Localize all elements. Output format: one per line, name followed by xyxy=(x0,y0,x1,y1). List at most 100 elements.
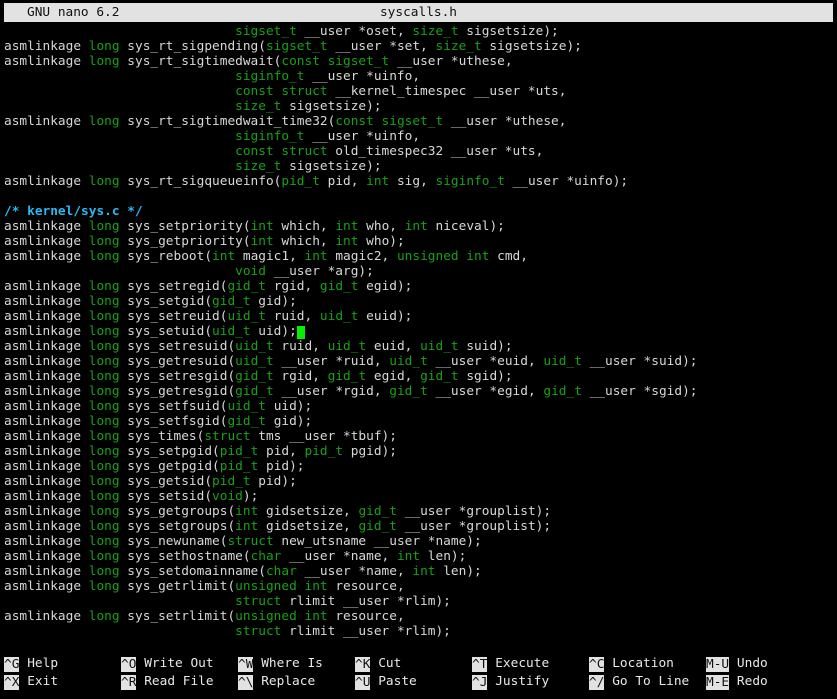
code-token-type: uid_t xyxy=(543,354,582,369)
code-token-plain: asmlinkage xyxy=(4,489,89,504)
shortcut-redo[interactable]: M-E Redo xyxy=(706,673,823,691)
code-token-plain: sys_rt_sigtimedwait( xyxy=(119,54,282,69)
shortcut-help[interactable]: ^G Help xyxy=(4,655,121,673)
code-line[interactable]: asmlinkage long sys_setrlimit(unsigned i… xyxy=(4,609,837,624)
shortcut-cut[interactable]: ^K Cut xyxy=(355,655,472,673)
shortcut-undo[interactable]: M-U Undo xyxy=(706,655,823,673)
code-token-keyword: long xyxy=(88,234,120,249)
code-token-type: int xyxy=(335,219,359,234)
code-token-plain: asmlinkage xyxy=(4,579,89,594)
code-line[interactable]: asmlinkage long sys_times(struct tms __u… xyxy=(4,429,837,444)
code-line[interactable]: size_t sigsetsize); xyxy=(4,159,837,174)
code-token-plain: asmlinkage xyxy=(4,309,89,324)
code-token-type: gid_t xyxy=(420,369,459,384)
code-token-plain: rlimit __user *rlim); xyxy=(281,624,451,639)
code-line[interactable]: const struct old_timespec32 __user *uts, xyxy=(4,144,837,159)
shortcut-where-is[interactable]: ^W Where Is xyxy=(238,655,355,673)
code-line[interactable]: asmlinkage long sys_setregid(gid_t rgid,… xyxy=(4,279,837,294)
code-line[interactable]: size_t sigsetsize); xyxy=(4,99,837,114)
code-line[interactable]: asmlinkage long sys_setgroups(int gidset… xyxy=(4,519,837,534)
code-token-plain: asmlinkage xyxy=(4,444,89,459)
code-line[interactable]: struct rlimit __user *rlim); xyxy=(4,624,837,639)
shortcut-key-chip: ^R xyxy=(121,674,137,690)
code-line[interactable]: asmlinkage long sys_getpgid(pid_t pid); xyxy=(4,459,837,474)
code-line[interactable]: asmlinkage long sys_setsid(void); xyxy=(4,489,837,504)
shortcut-go-to-line[interactable]: ^/ Go To Line xyxy=(589,673,706,691)
code-line[interactable]: asmlinkage long sys_sethostname(char __u… xyxy=(4,549,837,564)
code-line[interactable]: asmlinkage long sys_setgid(gid_t gid); xyxy=(4,294,837,309)
code-line[interactable]: asmlinkage long sys_rt_sigpending(sigset… xyxy=(4,39,837,54)
code-line[interactable]: asmlinkage long sys_rt_sigqueueinfo(pid_… xyxy=(4,174,837,189)
code-token-plain: resource, xyxy=(327,609,405,624)
code-token-type: uid_t xyxy=(235,339,274,354)
code-token-plain: sys_setgid( xyxy=(119,294,213,309)
code-line[interactable]: asmlinkage long sys_rt_sigtimedwait(cons… xyxy=(4,54,837,69)
code-line[interactable]: asmlinkage long sys_getpriority(int whic… xyxy=(4,234,837,249)
code-line[interactable]: asmlinkage long sys_setpgid(pid_t pid, p… xyxy=(4,444,837,459)
code-token-plain: sys_setreuid( xyxy=(119,309,228,324)
code-token-type: gid_t xyxy=(235,369,274,384)
code-token-plain: rgid, xyxy=(273,369,328,384)
code-token-plain: asmlinkage xyxy=(4,114,89,129)
code-line[interactable]: siginfo_t __user *uinfo, xyxy=(4,129,837,144)
code-line[interactable]: asmlinkage long sys_getgroups(int gidset… xyxy=(4,504,837,519)
code-line[interactable]: asmlinkage long sys_setfsgid(gid_t gid); xyxy=(4,414,837,429)
code-line[interactable]: sigset_t __user *oset, size_t sigsetsize… xyxy=(4,24,837,39)
code-token-plain: __user *uthese, xyxy=(389,54,513,69)
code-token-plain: sys_setpgid( xyxy=(119,444,220,459)
editor-text-area[interactable]: sigset_t __user *oset, size_t sigsetsize… xyxy=(0,22,837,653)
code-line[interactable]: asmlinkage long sys_setresuid(uid_t ruid… xyxy=(4,339,837,354)
shortcut-paste[interactable]: ^U Paste xyxy=(355,673,472,691)
shortcut-exit[interactable]: ^X Exit xyxy=(4,673,121,691)
code-line[interactable]: asmlinkage long sys_getsid(pid_t pid); xyxy=(4,474,837,489)
code-line[interactable]: struct rlimit __user *rlim); xyxy=(4,594,837,609)
shortcut-replace[interactable]: ^\ Replace xyxy=(238,673,355,691)
code-token-plain: sys_setsid( xyxy=(119,489,213,504)
code-token-type: int xyxy=(404,219,428,234)
code-line[interactable]: asmlinkage long sys_getresuid(uid_t __us… xyxy=(4,354,837,369)
code-line[interactable]: asmlinkage long sys_getrlimit(unsigned i… xyxy=(4,579,837,594)
code-token-plain: __user *suid); xyxy=(581,354,698,369)
code-token-plain: len); xyxy=(435,564,482,579)
shortcut-execute[interactable]: ^T Execute xyxy=(472,655,589,673)
shortcut-location[interactable]: ^C Location xyxy=(589,655,706,673)
code-line[interactable]: asmlinkage long sys_setdomainname(char _… xyxy=(4,564,837,579)
shortcut-justify[interactable]: ^J Justify xyxy=(472,673,589,691)
code-line[interactable]: void __user *arg); xyxy=(4,264,837,279)
code-token-type: siginfo_t xyxy=(235,69,305,84)
code-token-type: gid_t xyxy=(235,384,274,399)
code-line[interactable] xyxy=(4,189,837,204)
code-token-type: const sigset_t xyxy=(281,54,390,69)
code-token-type: struct xyxy=(235,594,282,609)
code-token-plain: which, xyxy=(273,234,336,249)
code-token-keyword: long xyxy=(88,309,120,324)
code-line[interactable]: asmlinkage long sys_newuname(struct new_… xyxy=(4,534,837,549)
code-token-plain: asmlinkage xyxy=(4,219,89,234)
code-token-plain: __user *egid, xyxy=(427,384,544,399)
code-line[interactable]: siginfo_t __user *uinfo, xyxy=(4,69,837,84)
code-token-type: void xyxy=(235,264,266,279)
code-line[interactable]: asmlinkage long sys_getresgid(gid_t __us… xyxy=(4,384,837,399)
code-line[interactable]: /* kernel/sys.c */ xyxy=(4,204,837,219)
code-line[interactable]: const struct __kernel_timespec __user *u… xyxy=(4,84,837,99)
code-token-type: const struct xyxy=(235,144,328,159)
shortcut-label: Exit xyxy=(27,674,59,689)
code-token-type: char xyxy=(265,564,297,579)
code-token-plain: who, xyxy=(358,219,405,234)
code-line[interactable]: asmlinkage long sys_setresgid(gid_t rgid… xyxy=(4,369,837,384)
shortcut-read-file[interactable]: ^R Read File xyxy=(121,673,238,691)
code-token-plain: __user *uinfo); xyxy=(504,174,629,189)
code-token-plain: __user *oset, xyxy=(296,24,413,39)
code-line[interactable]: asmlinkage long sys_setpriority(int whic… xyxy=(4,219,837,234)
code-token-type: gid_t xyxy=(389,384,428,399)
code-line[interactable]: asmlinkage long sys_setfsuid(uid_t uid); xyxy=(4,399,837,414)
code-token-plain: gid); xyxy=(265,414,313,429)
code-token-plain: pgid); xyxy=(343,444,397,459)
shortcut-write-out[interactable]: ^O Write Out xyxy=(121,655,238,673)
code-line[interactable]: asmlinkage long sys_setuid(uid_t uid); xyxy=(4,324,837,339)
code-line[interactable]: asmlinkage long sys_reboot(int magic1, i… xyxy=(4,249,837,264)
code-token-plain: sys_rt_sigtimedwait_time32( xyxy=(119,114,336,129)
code-line[interactable]: asmlinkage long sys_rt_sigtimedwait_time… xyxy=(4,114,837,129)
code-token-type: int xyxy=(366,174,390,189)
code-line[interactable]: asmlinkage long sys_setreuid(uid_t ruid,… xyxy=(4,309,837,324)
